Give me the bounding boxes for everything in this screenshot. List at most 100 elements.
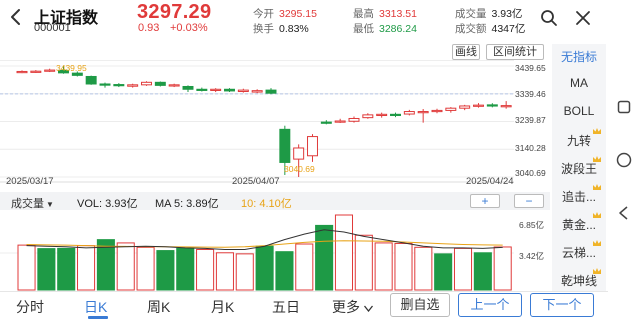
draw-line-button[interactable]: 画线 xyxy=(452,44,480,60)
price-axis-label-4: 3140.28 xyxy=(515,143,546,153)
candle-body xyxy=(362,114,374,119)
price-axis-label-3: 3239.87 xyxy=(515,115,546,125)
candle-body xyxy=(279,128,291,163)
kline-chart[interactable] xyxy=(0,60,552,190)
volume-bar xyxy=(255,245,274,291)
system-nav-bar xyxy=(608,0,640,320)
price-change: 0.93 xyxy=(138,22,160,34)
tab-monthly-k[interactable]: 月K xyxy=(211,297,234,317)
volume-selector[interactable]: 成交量 ▼ xyxy=(11,195,54,211)
candle-body xyxy=(320,121,332,124)
volume-bar xyxy=(453,247,473,291)
header: 上证指数 000001 3297.29 0.93 +0.03% 今开 3295.1… xyxy=(0,0,640,38)
date-start: 2025/03/17 xyxy=(6,176,54,187)
candle-body xyxy=(196,88,208,91)
candle-body xyxy=(390,113,401,117)
candle-body xyxy=(224,88,235,92)
recent-apps-icon[interactable] xyxy=(617,100,631,114)
candle-body xyxy=(348,117,360,122)
candle-body xyxy=(71,72,83,76)
vol-value: VOL: 3.93亿 xyxy=(77,198,138,210)
candle-body xyxy=(376,113,388,117)
volume-bar xyxy=(414,246,433,291)
back-triangle-icon[interactable] xyxy=(616,205,632,221)
price-axis-label-low: 3040.69 xyxy=(515,168,546,178)
indicator-boll[interactable]: BOLL xyxy=(552,104,606,118)
premium-crown-icon xyxy=(593,128,601,134)
price-change-pct: +0.03% xyxy=(170,22,208,34)
candle-body xyxy=(431,109,443,113)
premium-crown-icon xyxy=(593,268,601,274)
volume-bar xyxy=(235,253,254,291)
volume-bar xyxy=(354,234,373,291)
date-mid: 2025/04/07 xyxy=(232,176,280,187)
volume-bar xyxy=(295,243,314,291)
high-price-annotation: 3439.95 xyxy=(56,63,87,73)
candle-body xyxy=(334,120,346,123)
volume-bar xyxy=(37,248,56,291)
volume-bar xyxy=(176,247,195,291)
volume-bar xyxy=(215,252,234,291)
candle-body xyxy=(265,89,277,94)
price-axis-label-high: 3439.65 xyxy=(515,63,546,73)
candle-body xyxy=(141,81,152,86)
volume-bar xyxy=(434,253,453,291)
candle-body xyxy=(307,136,318,157)
premium-crown-icon xyxy=(593,212,601,218)
candle-body xyxy=(237,89,249,92)
candle-body xyxy=(293,147,305,160)
tab-five-day[interactable]: 五日 xyxy=(272,297,300,317)
candle-body xyxy=(210,88,222,91)
volume-axis-mid: 3.42亿 xyxy=(519,251,545,261)
stat-low: 最低 3286.24 xyxy=(353,23,417,35)
previous-button[interactable]: 上一个 xyxy=(458,293,522,317)
chevron-down-icon xyxy=(363,305,374,313)
indicator-ma[interactable]: MA xyxy=(552,76,606,90)
volume-bar xyxy=(334,214,354,291)
tab-intraday[interactable]: 分时 xyxy=(16,297,44,317)
index-code: 000001 xyxy=(34,22,71,34)
volume-bar xyxy=(374,242,393,291)
premium-crown-icon xyxy=(593,184,601,190)
vol-ma10: 10: 4.10亿 xyxy=(241,198,292,210)
close-icon[interactable] xyxy=(574,9,592,27)
premium-crown-icon xyxy=(593,156,601,162)
zoom-in-button[interactable]: + xyxy=(470,194,500,208)
search-icon[interactable] xyxy=(540,9,558,27)
volume-bar xyxy=(57,247,76,291)
volume-bar xyxy=(275,251,294,291)
price-axis-label-2: 3339.46 xyxy=(515,89,546,99)
home-icon[interactable] xyxy=(616,152,632,168)
volume-chart[interactable] xyxy=(0,211,552,291)
volume-bar xyxy=(136,246,155,291)
stat-turnover: 换手 0.83% xyxy=(253,23,309,35)
candle-body xyxy=(251,90,263,93)
volume-bar xyxy=(394,242,413,291)
candle-body xyxy=(459,105,471,109)
candle-body xyxy=(500,105,512,108)
zoom-out-button[interactable]: − xyxy=(514,194,544,208)
candle-body xyxy=(486,104,498,107)
dropdown-arrow-icon: ▼ xyxy=(46,200,54,209)
tab-weekly-k[interactable]: 周K xyxy=(147,297,170,317)
volume-bar xyxy=(473,252,492,291)
vol-ma5: MA 5: 3.89亿 xyxy=(155,198,219,210)
candle-body xyxy=(85,75,97,85)
volume-bar xyxy=(315,224,334,291)
volume-axis-high: 6.85亿 xyxy=(519,220,545,230)
stat-amount: 成交额 4347亿 xyxy=(455,23,526,35)
remove-watchlist-button[interactable]: 删自选 xyxy=(390,293,450,317)
range-stats-button[interactable]: 区间统计 xyxy=(486,44,544,60)
indicator-none[interactable]: 无指标 xyxy=(552,48,606,65)
volume-bar xyxy=(17,244,36,291)
next-button[interactable]: 下一个 xyxy=(530,293,594,317)
date-end: 2025/04/24 xyxy=(466,176,514,187)
candle-body xyxy=(16,70,28,74)
back-arrow-icon[interactable] xyxy=(6,7,26,27)
stat-high: 最高 3313.51 xyxy=(353,8,417,20)
tab-more[interactable]: 更多 xyxy=(332,297,374,317)
volume-bar xyxy=(116,242,135,291)
candle-body xyxy=(417,111,429,114)
stat-open: 今开 3295.15 xyxy=(253,8,317,20)
tab-daily-k[interactable]: 日K xyxy=(84,297,107,317)
